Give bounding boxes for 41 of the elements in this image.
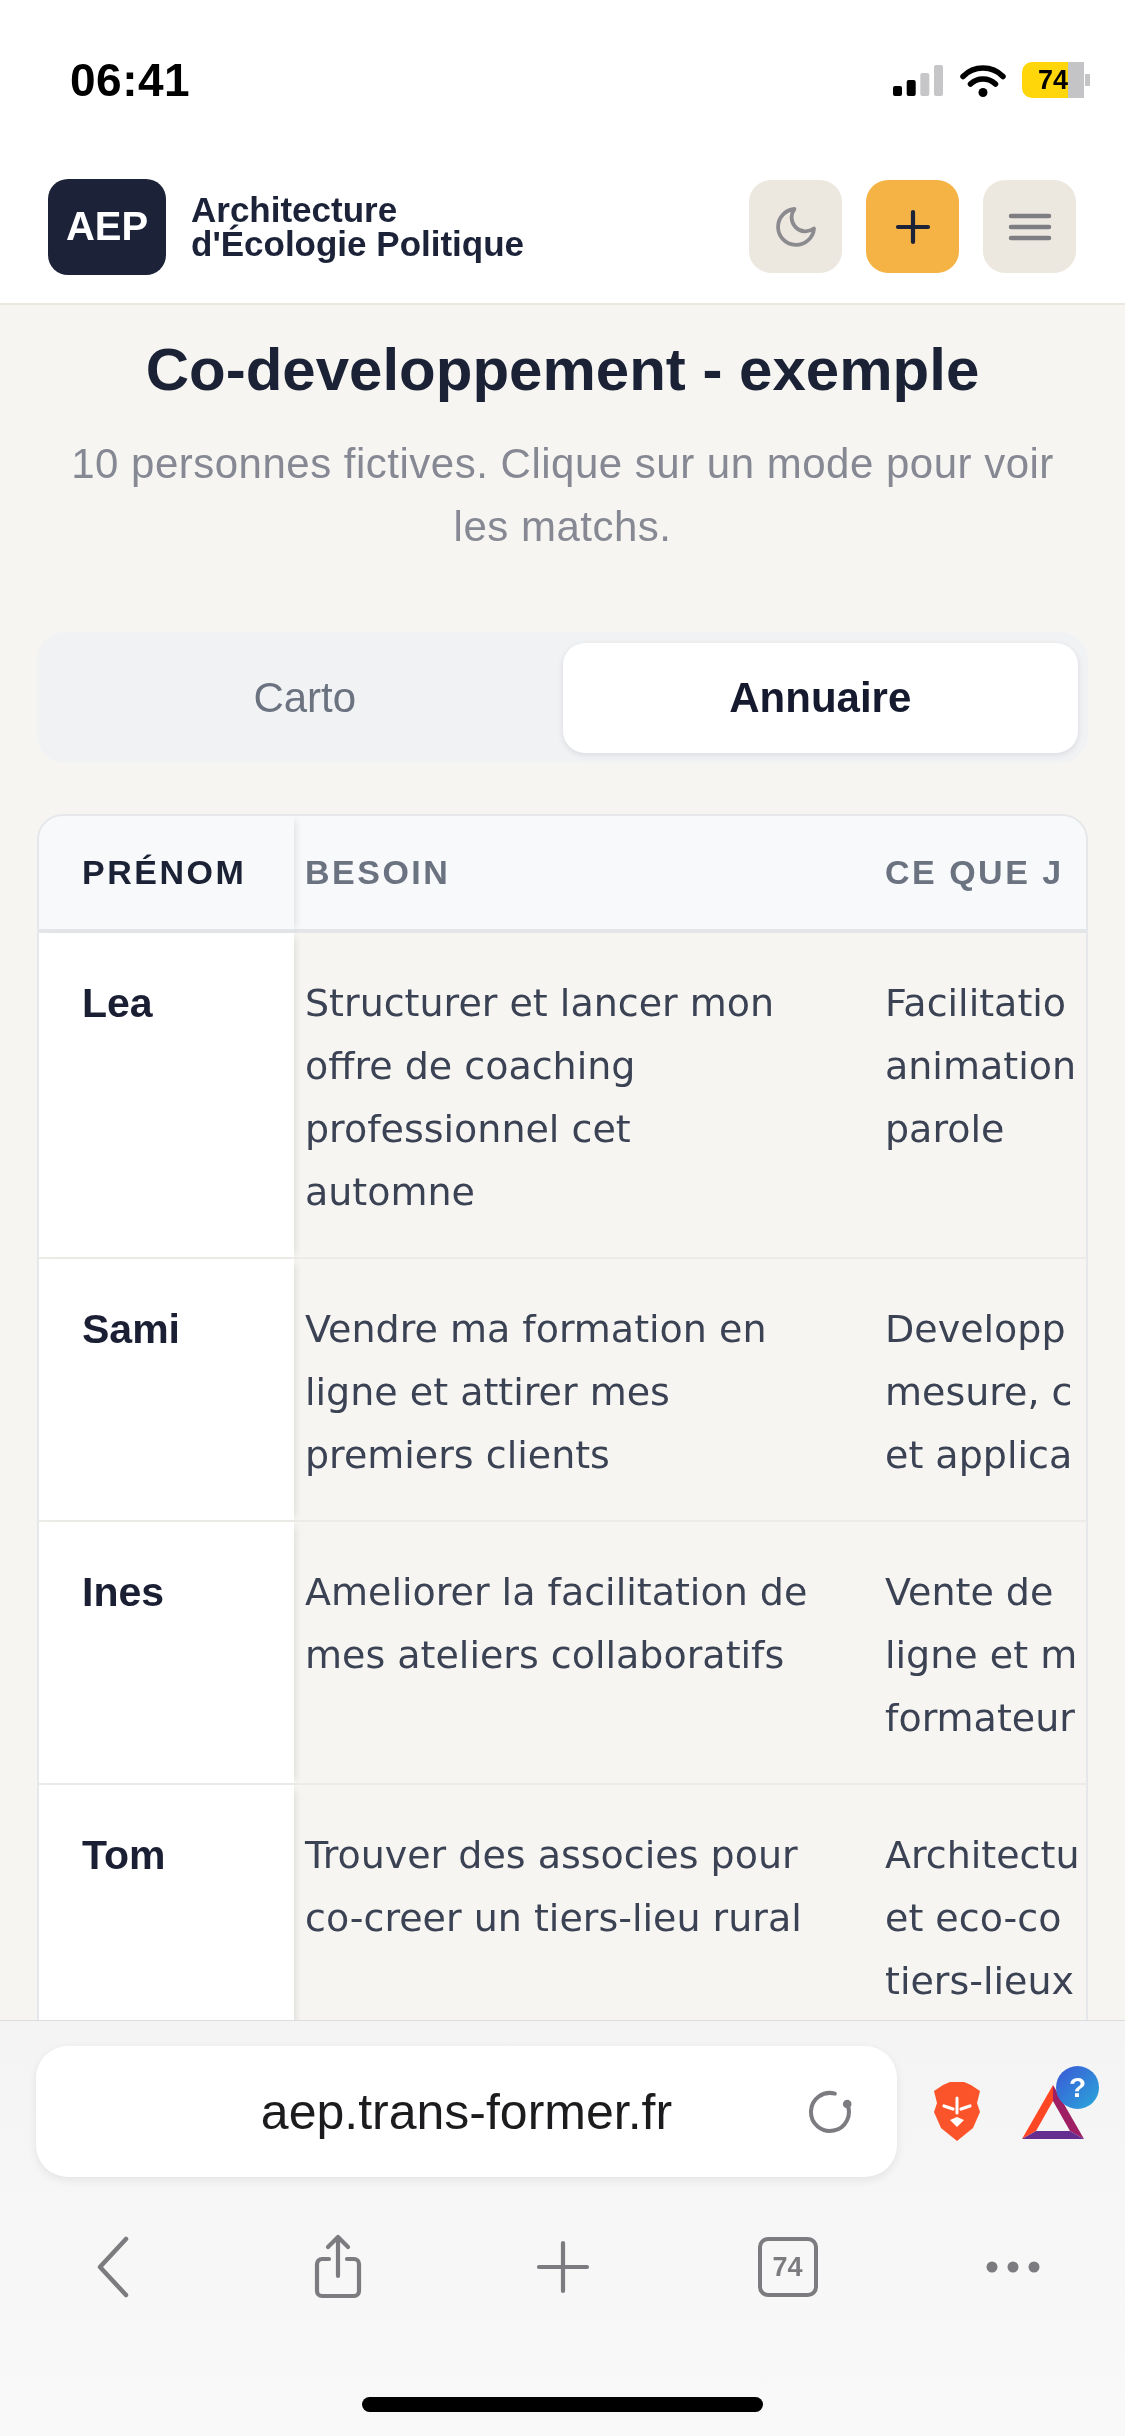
chevron-left-icon bbox=[95, 2236, 130, 2298]
site-name: Architecture d'Écologie Politique bbox=[191, 192, 526, 261]
table-cell: Developp mesure, c et applica bbox=[841, 1259, 1086, 1522]
column-header: PRÉNOM bbox=[39, 816, 294, 933]
logo[interactable]: AEP bbox=[48, 178, 166, 275]
table-cell: Sami bbox=[39, 1259, 294, 1522]
signal-icon bbox=[893, 64, 943, 96]
menu-icon bbox=[1007, 212, 1052, 241]
theme-button[interactable] bbox=[749, 180, 842, 273]
add-button[interactable] bbox=[866, 180, 959, 273]
plus-icon bbox=[535, 2240, 590, 2294]
new-tab-button[interactable] bbox=[535, 2240, 590, 2294]
more-button[interactable] bbox=[985, 2261, 1040, 2273]
plus-icon bbox=[894, 208, 931, 245]
table-cell: Tom bbox=[39, 1785, 294, 2020]
moon-icon bbox=[775, 206, 816, 247]
share-icon bbox=[312, 2234, 363, 2300]
clock-time: 06:41 bbox=[70, 53, 191, 107]
mode-tab[interactable]: Carto bbox=[47, 643, 563, 753]
page-title: Co-developpement - exemple bbox=[144, 335, 981, 405]
back-button[interactable] bbox=[95, 2236, 130, 2298]
notification-badge: ? bbox=[1056, 2065, 1099, 2109]
shield-icon[interactable] bbox=[931, 2081, 983, 2142]
tabs-button[interactable]: 74 bbox=[757, 2237, 818, 2297]
share-button[interactable] bbox=[312, 2234, 363, 2300]
table-cell: Lea bbox=[39, 933, 294, 1259]
page-subtitle: 10 personnes fictives. Clique sur un mode pour voir les matchs. bbox=[70, 439, 1055, 552]
mode-tab[interactable]: Annuaire bbox=[562, 643, 1078, 753]
wifi-icon bbox=[960, 63, 1006, 97]
table-cell: Ines bbox=[39, 1522, 294, 1785]
column-header: BESOIN bbox=[294, 816, 841, 933]
table-cell: Facilitatio animation parole bbox=[841, 933, 1086, 1259]
battery-indicator: 74 bbox=[1022, 62, 1090, 98]
ellipsis-icon bbox=[985, 2261, 1040, 2273]
column-header: CE QUE J bbox=[841, 816, 1086, 933]
table-cell: Structurer et lancer mon offre de coaching professionnel cet automne bbox=[294, 933, 841, 1259]
address-bar[interactable]: aep.trans-former.fr bbox=[36, 2046, 897, 2177]
table-cell: Vente de ligne et m formateur bbox=[841, 1522, 1086, 1785]
menu-button[interactable] bbox=[983, 180, 1076, 273]
table-cell: Vendre ma formation en ligne et attirer mes premiers clients bbox=[294, 1259, 841, 1522]
table-cell: Ameliorer la facilitation de mes ateliers collaboratifs bbox=[294, 1522, 841, 1785]
